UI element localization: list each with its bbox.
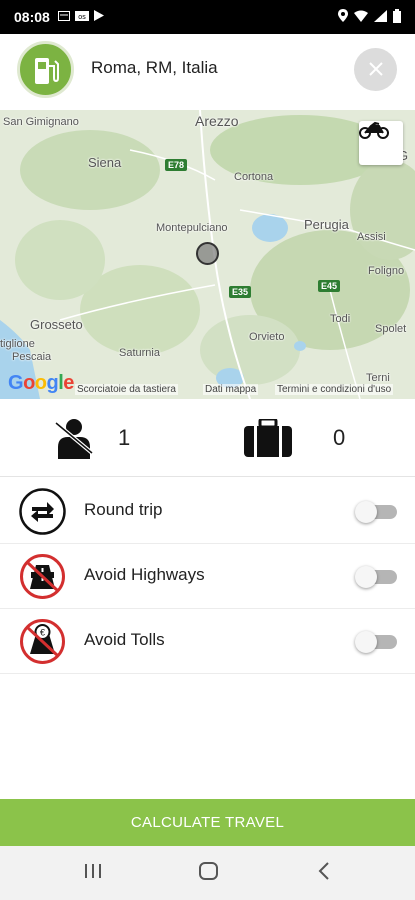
avoid-highways-toggle[interactable] bbox=[355, 566, 397, 588]
google-logo: Google bbox=[8, 372, 74, 394]
svg-text:os: os bbox=[78, 14, 86, 21]
svg-text:€: € bbox=[40, 628, 45, 638]
map-label-san-gimignano: San Gimignano bbox=[3, 116, 79, 128]
status-notifications: os bbox=[57, 10, 104, 24]
outlook-icon: os bbox=[74, 10, 89, 24]
map-label-saturnia: Saturnia bbox=[119, 347, 160, 359]
close-icon bbox=[368, 57, 384, 83]
header: Roma, RM, Italia bbox=[0, 34, 415, 110]
vehicle-type-button[interactable] bbox=[359, 121, 403, 165]
avoid-highways-label: Avoid Highways bbox=[84, 565, 205, 584]
road-shield-e35: E35 bbox=[229, 286, 252, 298]
luggage-icon[interactable] bbox=[244, 417, 292, 462]
location-icon bbox=[338, 9, 348, 25]
map-label-foligno: Foligno bbox=[368, 265, 405, 277]
location-text[interactable]: Roma, RM, Italia bbox=[91, 58, 218, 78]
map-label-montepulciano: Montepulciano bbox=[156, 222, 228, 234]
play-store-icon bbox=[93, 10, 104, 24]
back-icon[interactable] bbox=[317, 860, 331, 887]
wifi-icon bbox=[354, 10, 368, 25]
map-data-link[interactable]: Dati mappa bbox=[203, 384, 259, 395]
option-avoid-tolls[interactable]: € Avoid Tolls bbox=[0, 609, 415, 674]
map-view[interactable]: Arezzo San Gimignano Siena Cortona Monte… bbox=[0, 110, 415, 399]
status-time: 08:08 bbox=[14, 9, 50, 25]
map-label-grosseto: Grosseto bbox=[30, 317, 83, 332]
map-terms-link[interactable]: Termini e condizioni d'uso bbox=[275, 384, 394, 395]
status-system-icons bbox=[338, 8, 401, 26]
road-shield-e45: E45 bbox=[318, 280, 341, 292]
avoid-tolls-toggle[interactable] bbox=[355, 631, 397, 653]
travel-counts: 1 0 bbox=[0, 399, 415, 477]
round-trip-toggle[interactable] bbox=[355, 501, 397, 523]
map-label-pescaia: Pescaia bbox=[12, 351, 52, 363]
home-icon[interactable] bbox=[198, 860, 220, 887]
option-round-trip[interactable]: Round trip bbox=[0, 479, 415, 544]
message-icon bbox=[57, 10, 70, 24]
passenger-icon[interactable] bbox=[53, 417, 95, 464]
signal-icon bbox=[374, 9, 387, 25]
battery-icon bbox=[393, 8, 401, 26]
option-avoid-highways[interactable]: Avoid Highways bbox=[0, 544, 415, 609]
map-label-spoleto: Spolet bbox=[375, 323, 407, 335]
map-label-assisi: Assisi bbox=[357, 231, 386, 243]
map-label-arezzo: Arezzo bbox=[195, 113, 239, 129]
passenger-count[interactable]: 1 bbox=[118, 425, 130, 451]
round-trip-label: Round trip bbox=[84, 500, 163, 519]
recent-apps-icon[interactable] bbox=[83, 860, 103, 887]
map-label-perugia: Perugia bbox=[304, 217, 349, 232]
map-label-todi: Todi bbox=[330, 313, 351, 325]
system-nav-bar bbox=[0, 846, 415, 900]
no-toll-icon: € bbox=[19, 618, 66, 665]
round-trip-icon bbox=[19, 488, 66, 535]
avoid-tolls-label: Avoid Tolls bbox=[84, 630, 165, 649]
map-label-siena: Siena bbox=[88, 155, 122, 170]
calculate-travel-button[interactable]: CALCULATE TRAVEL bbox=[0, 799, 415, 846]
map-keyboard-shortcuts-link[interactable]: Scorciatoie da tastiera bbox=[75, 384, 178, 395]
map-label-orvieto: Orvieto bbox=[249, 331, 285, 343]
map-label-cortona: Cortona bbox=[234, 171, 274, 183]
clear-location-button[interactable] bbox=[354, 48, 397, 91]
map-label-tiglione: tiglione bbox=[0, 338, 35, 350]
fuel-pump-icon bbox=[17, 41, 74, 98]
no-highway-icon bbox=[19, 553, 66, 600]
map-label-terni: Terni bbox=[366, 372, 390, 384]
map-location-marker[interactable] bbox=[196, 242, 219, 265]
luggage-count[interactable]: 0 bbox=[333, 425, 345, 451]
status-bar: 08:08 os bbox=[0, 0, 415, 34]
road-shield-e78: E78 bbox=[165, 159, 188, 171]
